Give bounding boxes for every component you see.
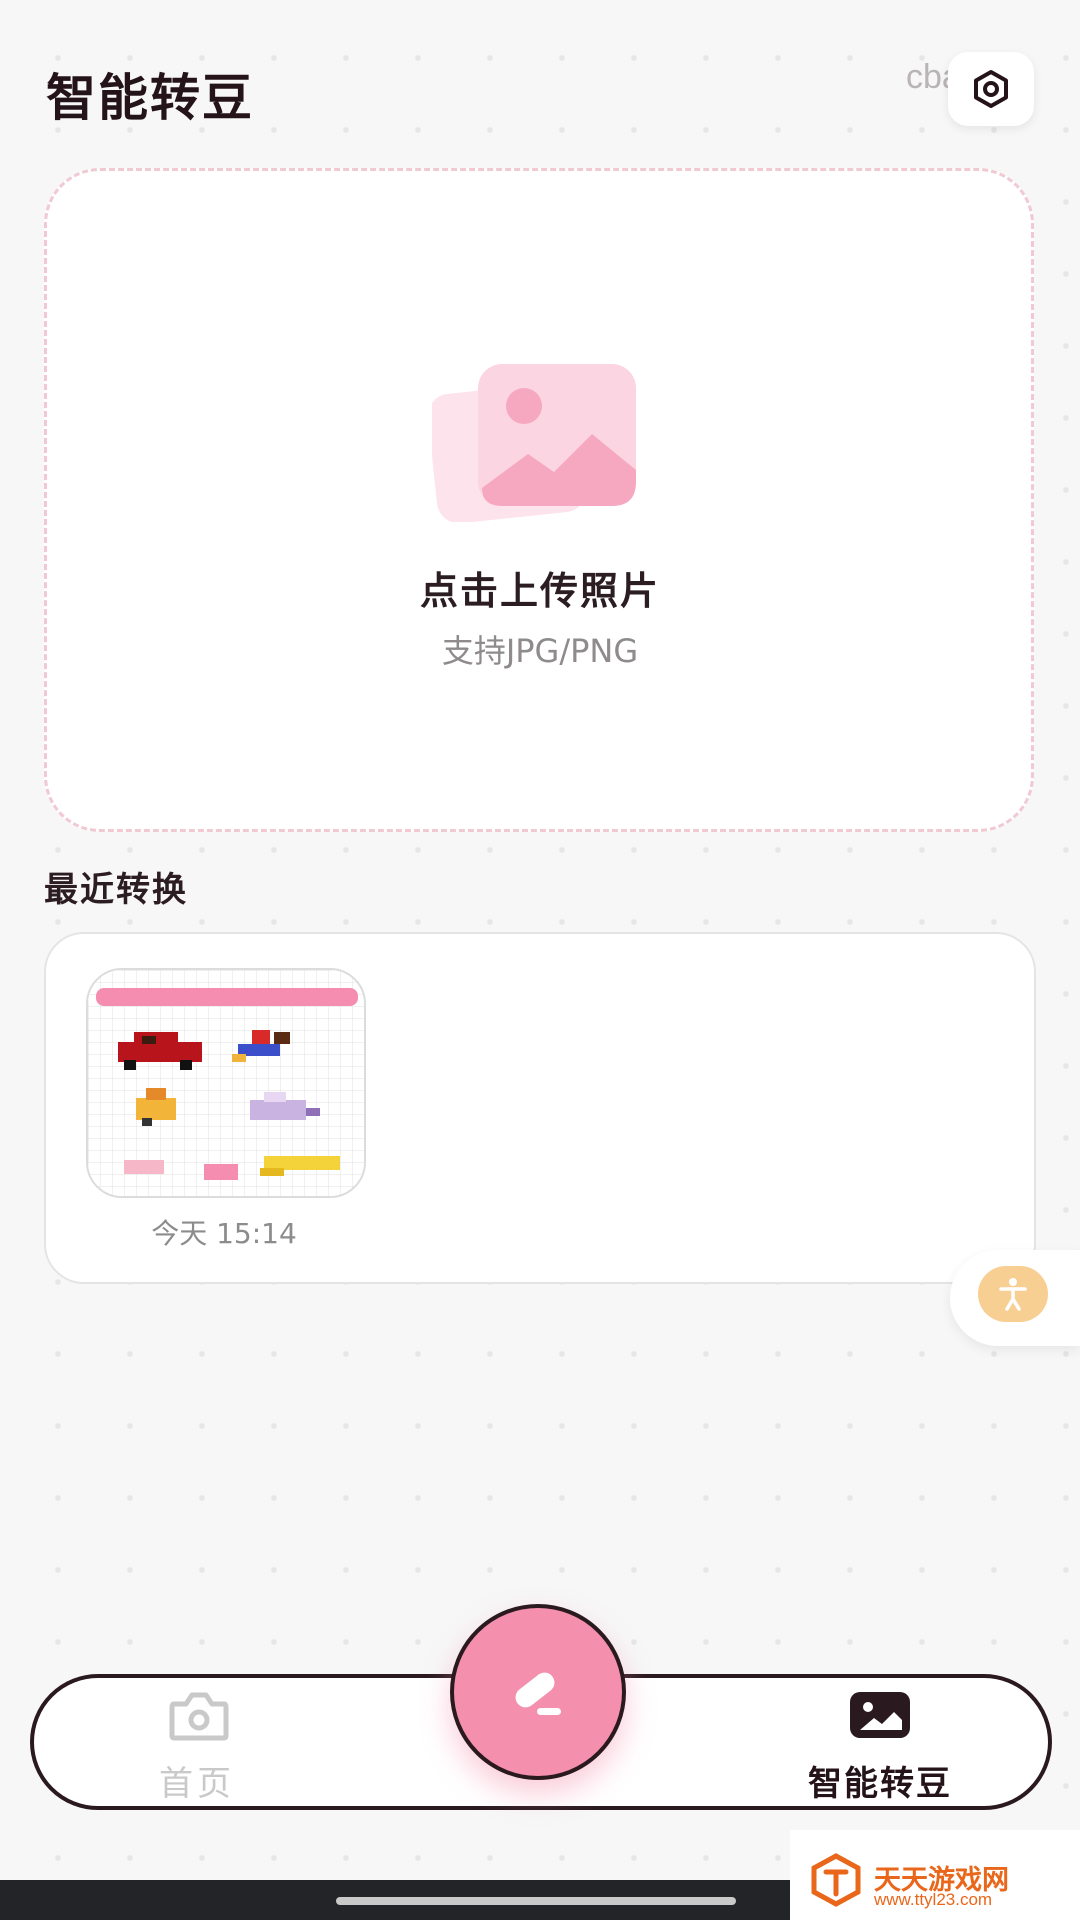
nav-tab-convert[interactable]: 智能转豆 [790, 1688, 970, 1804]
home-indicator[interactable] [336, 1897, 736, 1905]
settings-button[interactable] [948, 52, 1034, 126]
create-fab-button[interactable] [450, 1604, 626, 1780]
camera-icon [169, 1692, 229, 1741]
recent-item-time: 今天 15:14 [151, 1217, 297, 1250]
nav-home-label: 首页 [159, 1764, 235, 1804]
settings-hexagon-icon [974, 70, 1008, 108]
page-title: 智能转豆 [46, 69, 254, 127]
recent-item-thumbnail[interactable] [86, 968, 366, 1198]
nav-convert-label: 智能转豆 [808, 1764, 952, 1804]
recent-section-title: 最近转换 [44, 870, 188, 910]
pixel-bead-pattern-image [88, 970, 364, 1196]
accessibility-icon [999, 1278, 1027, 1311]
upload-format-hint: 支持JPG/PNG [441, 632, 639, 670]
nav-tab-home[interactable]: 首页 [120, 1688, 274, 1804]
upload-title: 点击上传照片 [419, 569, 660, 613]
accessibility-button[interactable] [978, 1266, 1048, 1322]
edit-icon [515, 1672, 561, 1715]
watermark-url: www.ttyl23.com [874, 1890, 993, 1909]
watermark-logo-icon [811, 1853, 861, 1907]
image-icon [850, 1692, 910, 1738]
photo-stack-icon [432, 364, 636, 522]
